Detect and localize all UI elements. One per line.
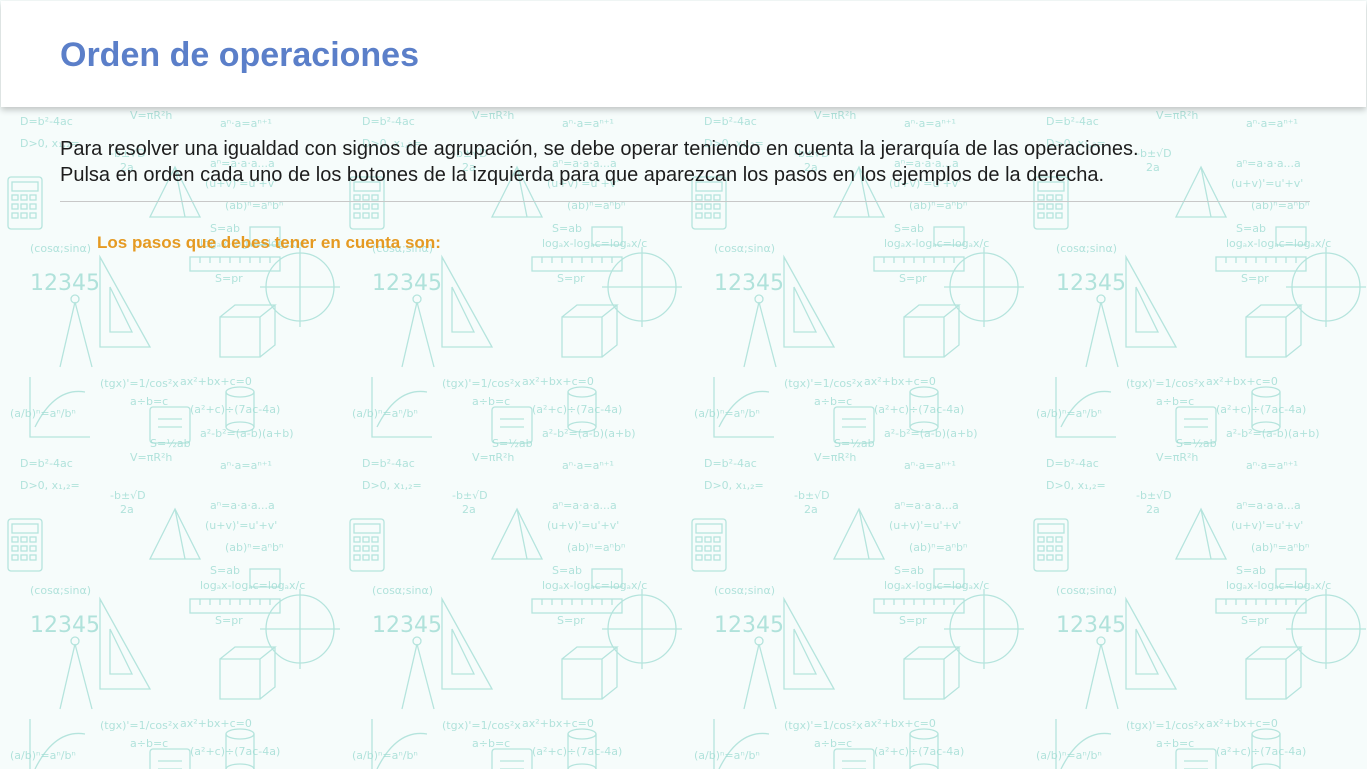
instructions: Para resolver una igualdad con signos de…: [60, 136, 1320, 188]
math-doodle-background: D=b²-4ac V=πR²h aⁿ·a=aⁿ⁺¹ D>0, x₁,₂= -b±…: [0, 107, 1367, 769]
instruction-line-1: Para resolver una igualdad con signos de…: [60, 138, 1139, 160]
steps-heading: Los pasos que debes tener en cuenta son:: [97, 233, 441, 252]
page-header: Orden de operaciones: [1, 1, 1366, 107]
page-title: Orden de operaciones: [60, 36, 419, 74]
page: D=b²-4ac V=πR²h aⁿ·a=aⁿ⁺¹ D>0, x₁,₂= -b±…: [0, 0, 1367, 769]
instruction-line-2: Pulsa en orden cada uno de los botones d…: [60, 164, 1105, 186]
divider: [60, 201, 1310, 202]
